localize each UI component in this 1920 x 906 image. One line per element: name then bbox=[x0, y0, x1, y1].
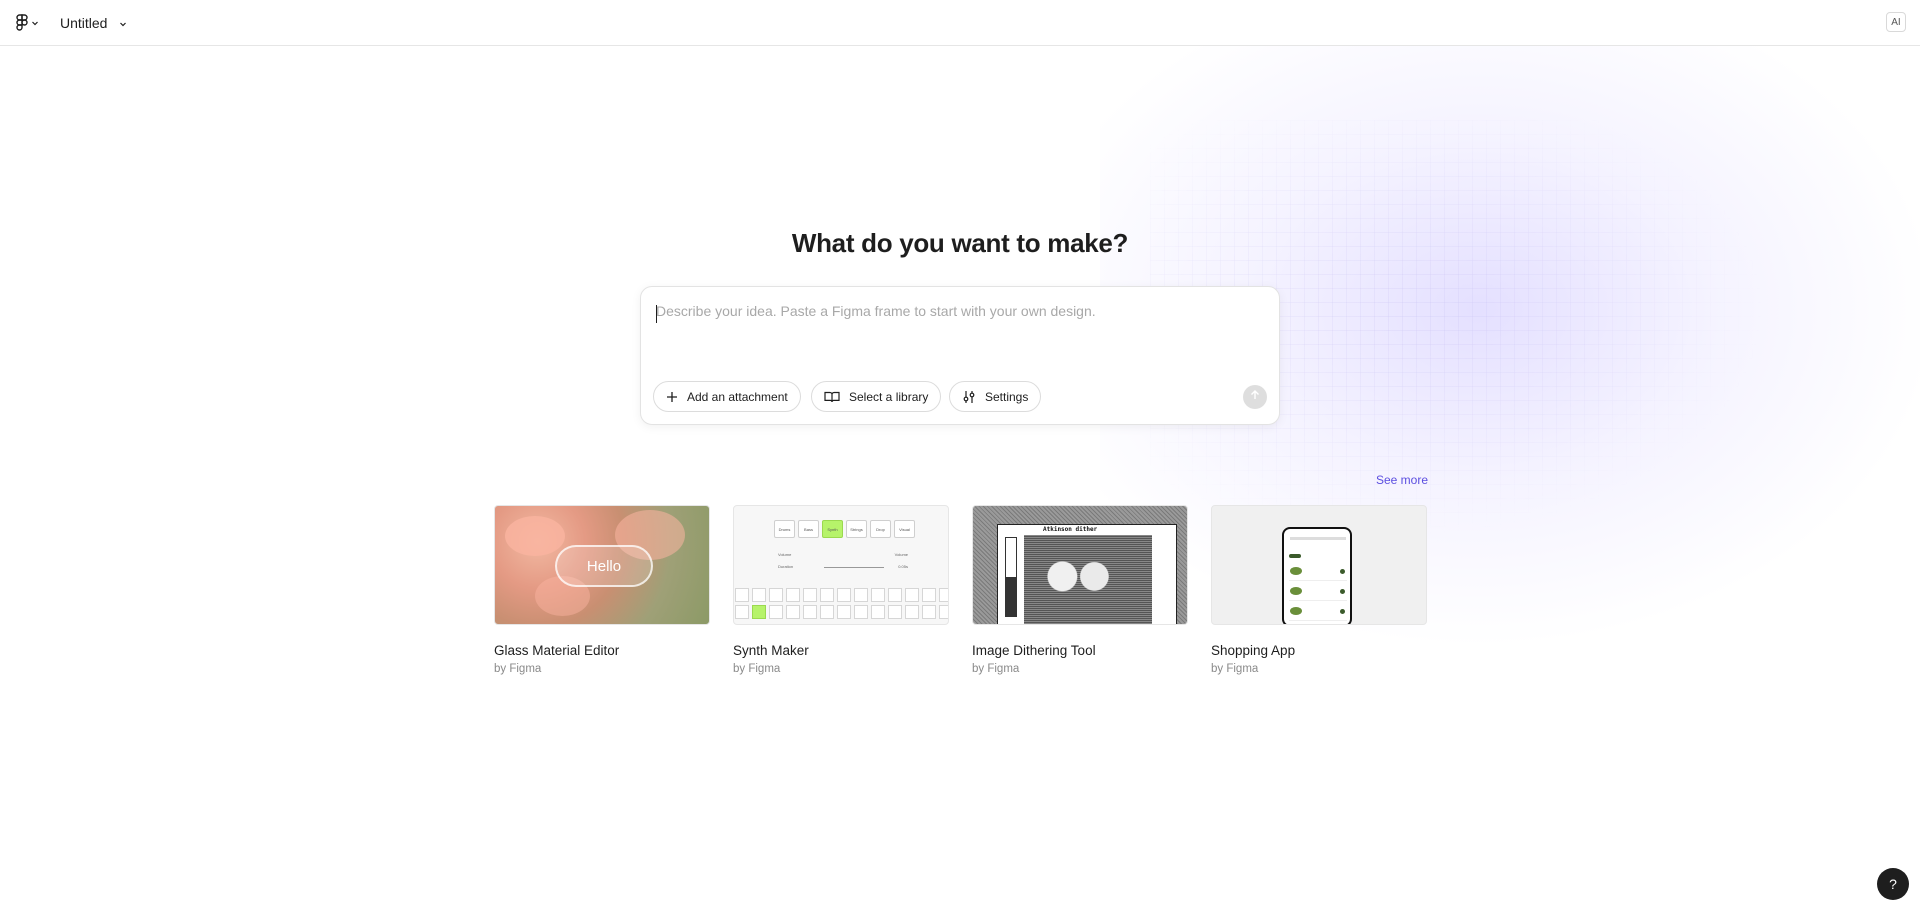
file-title: Untitled bbox=[60, 15, 108, 31]
card-thumbnail[interactable]: Drums Bass Synth Strings Drop Visual Vol… bbox=[733, 505, 949, 625]
synth-pad bbox=[752, 605, 766, 619]
select-library-label: Select a library bbox=[849, 389, 929, 404]
synth-tab: Strings bbox=[846, 520, 867, 538]
synth-tab: Visual bbox=[894, 520, 915, 538]
synth-pad bbox=[905, 605, 919, 619]
synth-pad bbox=[769, 588, 783, 602]
template-card[interactable]: Drums Bass Synth Strings Drop Visual Vol… bbox=[733, 505, 949, 675]
figma-logo-icon bbox=[16, 14, 28, 32]
phone-list-item bbox=[1289, 603, 1347, 621]
synth-row-label: Volume bbox=[778, 552, 792, 557]
glass-button-preview: Hello bbox=[555, 545, 653, 587]
synth-pads bbox=[735, 588, 948, 619]
card-thumbnail[interactable]: Atkinson dither bbox=[972, 505, 1188, 625]
settings-button[interactable]: Settings bbox=[949, 381, 1042, 412]
synth-pad bbox=[854, 588, 868, 602]
ai-badge[interactable]: AI bbox=[1886, 12, 1906, 32]
synth-tab: Drums bbox=[774, 520, 795, 538]
arrow-up-icon bbox=[1249, 388, 1261, 406]
add-attachment-label: Add an attachment bbox=[687, 389, 788, 404]
synth-pad bbox=[735, 588, 749, 602]
card-title: Image Dithering Tool bbox=[972, 643, 1096, 658]
prompt-box: Add an attachment Select a library Setti… bbox=[640, 286, 1280, 425]
phone-list-item bbox=[1289, 583, 1347, 601]
template-card[interactable]: Hello Glass Material Editor by Figma bbox=[494, 505, 710, 675]
synth-pad bbox=[871, 605, 885, 619]
card-title: Shopping App bbox=[1211, 643, 1296, 658]
synth-pad bbox=[735, 605, 749, 619]
card-title: Synth Maker bbox=[733, 643, 809, 658]
synth-pad bbox=[803, 588, 817, 602]
prompt-input[interactable] bbox=[656, 303, 1256, 363]
card-thumbnail[interactable]: Hello bbox=[494, 505, 710, 625]
synth-pad bbox=[752, 588, 766, 602]
card-title: Glass Material Editor bbox=[494, 643, 620, 658]
file-title-menu[interactable]: Untitled bbox=[60, 12, 127, 34]
synth-pad bbox=[905, 588, 919, 602]
dither-slider bbox=[1005, 537, 1017, 617]
send-button[interactable] bbox=[1243, 385, 1267, 409]
add-attachment-button[interactable]: Add an attachment bbox=[653, 381, 801, 412]
phone-mockup bbox=[1282, 527, 1352, 624]
card-author: by Figma bbox=[972, 663, 1020, 675]
phone-list-item bbox=[1289, 563, 1347, 581]
page-heading: What do you want to make? bbox=[791, 228, 1129, 258]
synth-slider bbox=[824, 567, 884, 568]
synth-pad bbox=[786, 605, 800, 619]
dither-title: Atkinson dither bbox=[1043, 526, 1098, 533]
synth-tab-active: Synth bbox=[822, 520, 843, 538]
phone-filter-chip bbox=[1289, 554, 1301, 558]
synth-pad bbox=[888, 588, 902, 602]
book-icon bbox=[824, 391, 840, 403]
template-card[interactable]: Shopping App by Figma bbox=[1211, 505, 1427, 675]
plus-icon bbox=[666, 391, 678, 403]
synth-pad bbox=[803, 605, 817, 619]
synth-row-value: Volume bbox=[894, 552, 908, 557]
text-caret bbox=[656, 305, 657, 323]
help-button[interactable]: ? bbox=[1877, 868, 1909, 900]
top-bar: Untitled AI bbox=[0, 0, 1920, 46]
synth-pad bbox=[939, 588, 948, 602]
synth-pad bbox=[837, 588, 851, 602]
dithered-sheep-image bbox=[1024, 535, 1152, 624]
card-author: by Figma bbox=[733, 663, 781, 675]
chevron-down-icon bbox=[31, 19, 39, 27]
synth-pad bbox=[888, 605, 902, 619]
synth-row: Volume Volume bbox=[778, 552, 908, 557]
synth-tabs: Drums Bass Synth Strings Drop Visual bbox=[774, 520, 915, 538]
synth-pad bbox=[820, 588, 834, 602]
select-library-button[interactable]: Select a library bbox=[811, 381, 942, 412]
see-more-link[interactable]: See more bbox=[1376, 473, 1428, 487]
card-thumbnail[interactable] bbox=[1211, 505, 1427, 625]
sliders-icon bbox=[962, 390, 976, 404]
dither-window: Atkinson dither bbox=[997, 524, 1177, 624]
chevron-down-icon bbox=[119, 15, 127, 31]
settings-label: Settings bbox=[985, 389, 1029, 404]
synth-pad bbox=[854, 605, 868, 619]
main-menu-button[interactable] bbox=[16, 12, 39, 34]
phone-header bbox=[1290, 537, 1346, 540]
synth-pad bbox=[786, 588, 800, 602]
synth-pad bbox=[922, 588, 936, 602]
synth-pad bbox=[939, 605, 948, 619]
card-author: by Figma bbox=[1211, 663, 1259, 675]
synth-pad bbox=[820, 605, 834, 619]
synth-row-label: Duration bbox=[778, 564, 794, 569]
synth-pad bbox=[769, 605, 783, 619]
synth-row-value: 0.05s bbox=[898, 564, 908, 569]
synth-pad bbox=[871, 588, 885, 602]
synth-tab: Drop bbox=[870, 520, 891, 538]
synth-tab: Bass bbox=[798, 520, 819, 538]
template-card[interactable]: Atkinson dither Image Dithering Tool by … bbox=[972, 505, 1188, 675]
synth-pad bbox=[922, 605, 936, 619]
card-author: by Figma bbox=[494, 663, 542, 675]
flower-petal bbox=[505, 516, 565, 556]
synth-pad bbox=[837, 605, 851, 619]
